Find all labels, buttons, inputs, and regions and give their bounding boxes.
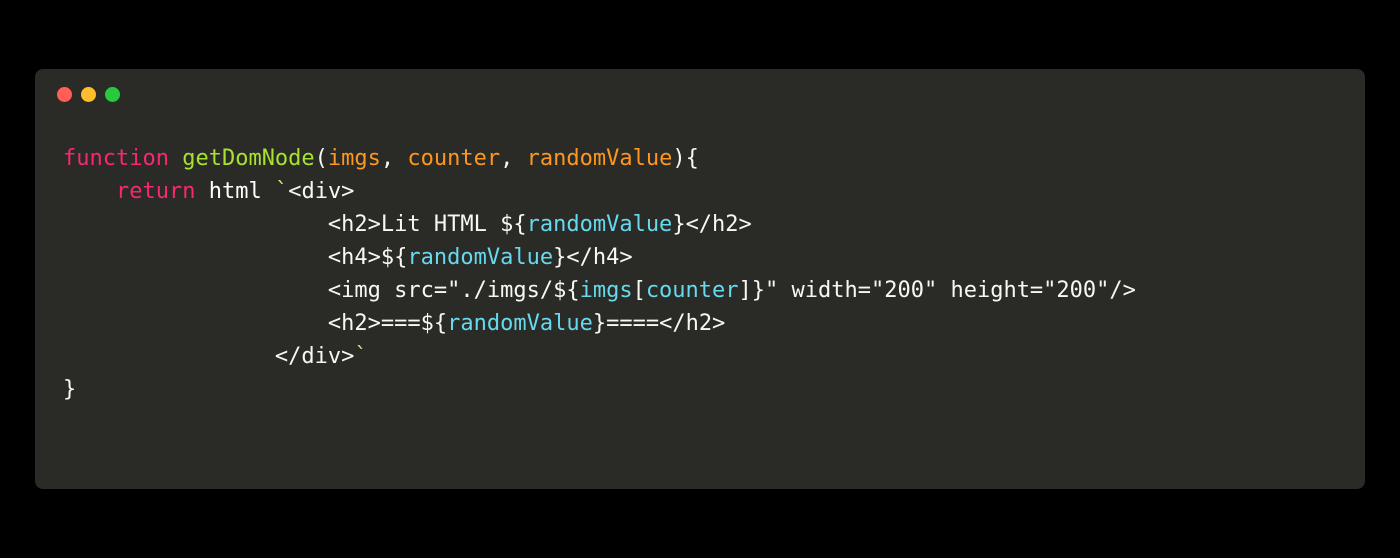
indent [63,311,328,336]
tag-div-close: </div> [275,344,354,369]
interp-close: } [593,311,606,336]
var-randomvalue: randomValue [527,212,673,237]
indent [63,179,116,204]
indent [63,278,328,303]
interp-open: ${ [421,311,448,336]
interp-open: ${ [553,278,580,303]
backtick-open: ` [275,179,288,204]
identifier-html: html [195,179,274,204]
tag-img-start: <img src="./imgs/ [328,278,553,303]
keyword-return: return [116,179,195,204]
tag-h2-close: </h2> [659,311,725,336]
indent [63,245,328,270]
interp-close: } [672,212,685,237]
text-lit-html: Lit HTML [381,212,500,237]
bracket-close: ] [739,278,752,303]
var-randomvalue: randomValue [407,245,553,270]
param-counter: counter [407,146,500,171]
interp-open: ${ [381,245,408,270]
paren-open: ( [315,146,328,171]
tag-h4-close: </h4> [566,245,632,270]
text-equals: ==== [606,311,659,336]
interp-close: } [553,245,566,270]
var-imgs: imgs [580,278,633,303]
code-editor-window: function getDomNode(imgs, counter, rando… [35,69,1365,489]
comma: , [381,146,408,171]
code-content: function getDomNode(imgs, counter, rando… [35,102,1365,426]
var-randomvalue: randomValue [447,311,593,336]
interp-open: ${ [500,212,527,237]
interp-close: } [752,278,765,303]
tag-h4-open: <h4> [328,245,381,270]
indent [63,344,275,369]
tag-h2-open: <h2> [328,212,381,237]
maximize-icon[interactable] [105,87,120,102]
tag-img-end: " width="200" height="200"/> [765,278,1136,303]
tag-h2-open: <h2> [328,311,381,336]
function-name: getDomNode [182,146,314,171]
param-imgs: imgs [328,146,381,171]
comma: , [500,146,527,171]
minimize-icon[interactable] [81,87,96,102]
keyword-function: function [63,146,169,171]
brace-open: { [686,146,699,171]
close-icon[interactable] [57,87,72,102]
tag-div-open: <div> [288,179,354,204]
brace-close: } [63,377,76,402]
backtick-close: ` [354,344,367,369]
param-randomvalue: randomValue [527,146,673,171]
var-counter: counter [646,278,739,303]
indent [63,212,328,237]
window-titlebar [35,69,1365,102]
bracket-open: [ [633,278,646,303]
text-equals: === [381,311,421,336]
paren-close: ) [672,146,685,171]
tag-h2-close: </h2> [686,212,752,237]
